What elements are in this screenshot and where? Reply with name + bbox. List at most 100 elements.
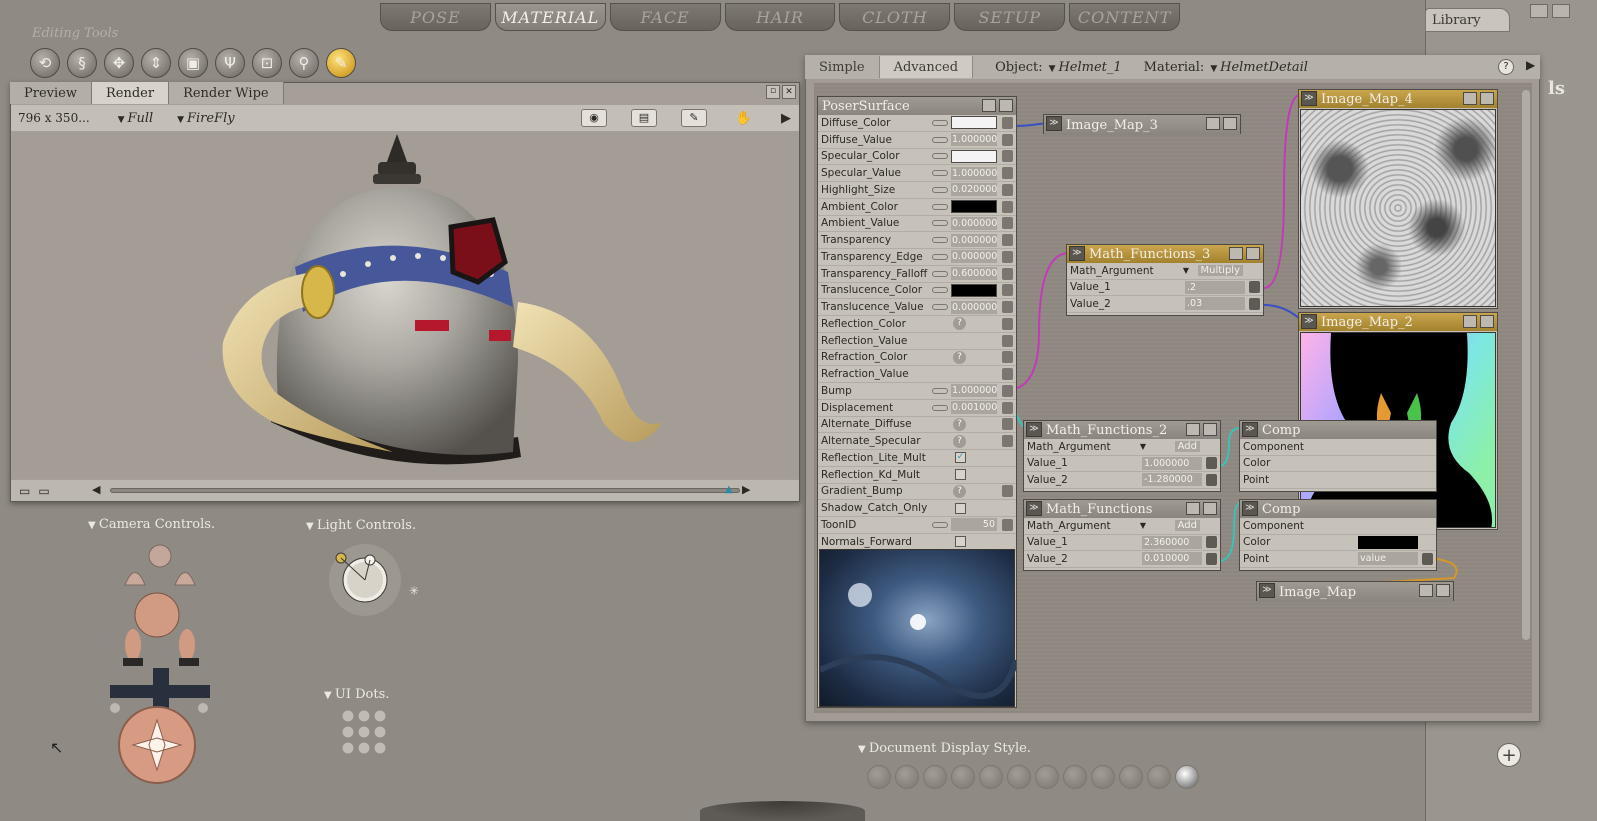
question-icon[interactable]: ? bbox=[953, 417, 966, 431]
node-expand-icon[interactable]: ≫ bbox=[1242, 501, 1258, 516]
node-collapse-button[interactable] bbox=[1246, 247, 1260, 260]
rotate-icon[interactable]: ⟲ bbox=[30, 48, 60, 78]
tab-pose[interactable]: POSE bbox=[380, 3, 491, 31]
timeline-left-arrow-icon[interactable]: ◀ bbox=[92, 483, 100, 496]
light-controls-widget[interactable]: ✳ bbox=[325, 540, 425, 620]
node-expand-icon[interactable]: ≫ bbox=[1301, 314, 1317, 329]
tab-face[interactable]: FACE bbox=[609, 3, 721, 31]
node-param-value[interactable]: 2.360000 bbox=[1142, 535, 1202, 549]
node-collapse-button[interactable] bbox=[1480, 315, 1494, 328]
param-value[interactable]: 0.000000 bbox=[951, 233, 997, 247]
input-plug-icon[interactable] bbox=[1002, 418, 1013, 431]
image-map-4-node[interactable]: ≫ Image_Map_4 bbox=[1298, 89, 1498, 309]
input-plug-icon[interactable] bbox=[1002, 200, 1013, 213]
node-options-button[interactable] bbox=[1186, 502, 1200, 515]
component-node-a[interactable]: ≫ Comp Component Color Point bbox=[1239, 420, 1437, 492]
param-value[interactable]: 0.600000 bbox=[951, 267, 997, 281]
tab-render[interactable]: Render bbox=[91, 82, 170, 104]
input-plug-icon[interactable] bbox=[1249, 297, 1260, 310]
param-value[interactable]: 50 bbox=[951, 518, 997, 532]
param-checkbox[interactable] bbox=[955, 469, 966, 481]
input-plug-icon[interactable] bbox=[1249, 281, 1260, 294]
tab-hair[interactable]: HAIR bbox=[724, 3, 836, 31]
input-plug-icon[interactable] bbox=[1002, 301, 1013, 314]
document-menu-icon[interactable]: ▶ bbox=[781, 111, 791, 126]
input-plug-icon[interactable] bbox=[1002, 150, 1013, 163]
input-plug-icon[interactable] bbox=[1206, 473, 1217, 486]
node-expand-icon[interactable]: ≫ bbox=[1069, 246, 1085, 261]
node-param-value[interactable]: 1.000000 bbox=[1142, 456, 1202, 470]
math-argument-dropdown[interactable]: Add bbox=[1174, 520, 1200, 532]
param-dial-icon[interactable] bbox=[932, 287, 948, 294]
node-expand-icon[interactable]: ≫ bbox=[1301, 91, 1317, 106]
node-options-button[interactable] bbox=[1463, 92, 1477, 105]
color-swatch[interactable] bbox=[1358, 535, 1418, 549]
question-icon[interactable]: ? bbox=[953, 350, 966, 364]
document-maximize-button[interactable]: ▫ bbox=[766, 85, 780, 99]
input-plug-icon[interactable] bbox=[1002, 368, 1013, 381]
node-expand-icon[interactable]: ≫ bbox=[1026, 422, 1042, 437]
input-plug-icon[interactable] bbox=[1002, 351, 1013, 364]
display-style-button[interactable] bbox=[923, 765, 947, 789]
display-style-button[interactable] bbox=[1007, 765, 1031, 789]
param-dial-icon[interactable] bbox=[932, 270, 948, 277]
input-plug-icon[interactable] bbox=[1206, 552, 1217, 565]
camera-controls-widget[interactable] bbox=[95, 540, 225, 790]
param-value[interactable]: 1.000000 bbox=[951, 384, 997, 398]
tab-render-wipe[interactable]: Render Wipe bbox=[169, 82, 284, 104]
param-dial-icon[interactable] bbox=[932, 237, 948, 244]
display-style-button[interactable] bbox=[895, 765, 919, 789]
input-plug-icon[interactable] bbox=[1002, 133, 1013, 146]
param-value[interactable]: 0.020000 bbox=[951, 183, 997, 197]
node-param-value[interactable]: -1.280000 bbox=[1142, 473, 1202, 487]
param-value[interactable]: 0.000000 bbox=[951, 300, 997, 314]
render-icon[interactable]: ✎ bbox=[681, 109, 707, 127]
display-style-button[interactable] bbox=[1091, 765, 1115, 789]
scale-icon[interactable]: ▣ bbox=[178, 48, 208, 78]
param-dial-icon[interactable] bbox=[932, 119, 948, 126]
timeline-knob-icon[interactable]: ▲ bbox=[725, 484, 733, 495]
param-dial-icon[interactable] bbox=[932, 304, 948, 311]
display-style-button[interactable] bbox=[1063, 765, 1087, 789]
image-map-node[interactable]: ≫ Image_Map bbox=[1256, 581, 1454, 602]
input-plug-icon[interactable] bbox=[1002, 234, 1013, 247]
image-map-3-node[interactable]: ≫ Image_Map_3 bbox=[1043, 114, 1241, 135]
math-argument-dropdown[interactable]: Add bbox=[1174, 441, 1200, 453]
zoom-icon[interactable]: ⚲ bbox=[289, 48, 319, 78]
input-plug-icon[interactable] bbox=[1206, 457, 1217, 470]
input-plug-icon[interactable] bbox=[1002, 334, 1013, 347]
input-plug-icon[interactable] bbox=[1002, 284, 1013, 297]
node-collapse-button[interactable] bbox=[1223, 117, 1237, 130]
input-plug-icon[interactable] bbox=[1002, 485, 1013, 498]
math-functions-3-node[interactable]: ≫ Math_Functions_3 Math_Argument Multiply… bbox=[1066, 244, 1264, 316]
input-plug-icon[interactable] bbox=[1206, 536, 1217, 549]
input-plug-icon[interactable] bbox=[1002, 384, 1013, 397]
render-settings-icon[interactable]: ▤ bbox=[631, 109, 657, 127]
param-dial-icon[interactable] bbox=[932, 387, 948, 394]
node-collapse-button[interactable] bbox=[1203, 502, 1217, 515]
node-options-button[interactable] bbox=[1463, 315, 1477, 328]
param-dial-icon[interactable] bbox=[932, 153, 948, 160]
renderer-dropdown[interactable]: FireFly bbox=[177, 111, 235, 126]
input-plug-icon[interactable] bbox=[1422, 552, 1433, 565]
display-style-button[interactable] bbox=[1175, 765, 1199, 789]
display-style-button[interactable] bbox=[951, 765, 975, 789]
param-checkbox[interactable] bbox=[955, 502, 966, 514]
timeline-slider[interactable] bbox=[110, 488, 740, 493]
poser-surface-header[interactable]: PoserSurface bbox=[818, 97, 1016, 115]
add-to-library-button[interactable]: + bbox=[1497, 743, 1521, 767]
node-options-button[interactable] bbox=[1229, 247, 1243, 260]
display-style-button[interactable] bbox=[1147, 765, 1171, 789]
param-dial-icon[interactable] bbox=[932, 186, 948, 193]
tab-cloth[interactable]: CLOTH bbox=[839, 3, 951, 31]
question-icon[interactable]: ? bbox=[953, 434, 966, 448]
input-plug-icon[interactable] bbox=[1002, 401, 1013, 414]
tab-simple[interactable]: Simple bbox=[805, 56, 880, 78]
node-param-value[interactable]: value bbox=[1358, 552, 1418, 566]
param-dial-icon[interactable] bbox=[932, 253, 948, 260]
param-value[interactable]: 0.000000 bbox=[951, 216, 997, 230]
input-plug-icon[interactable] bbox=[1002, 116, 1013, 129]
dropdown-arrow-icon[interactable]: ▼ bbox=[1183, 266, 1189, 275]
twist-icon[interactable]: § bbox=[67, 48, 97, 78]
color-swatch[interactable] bbox=[951, 283, 997, 297]
